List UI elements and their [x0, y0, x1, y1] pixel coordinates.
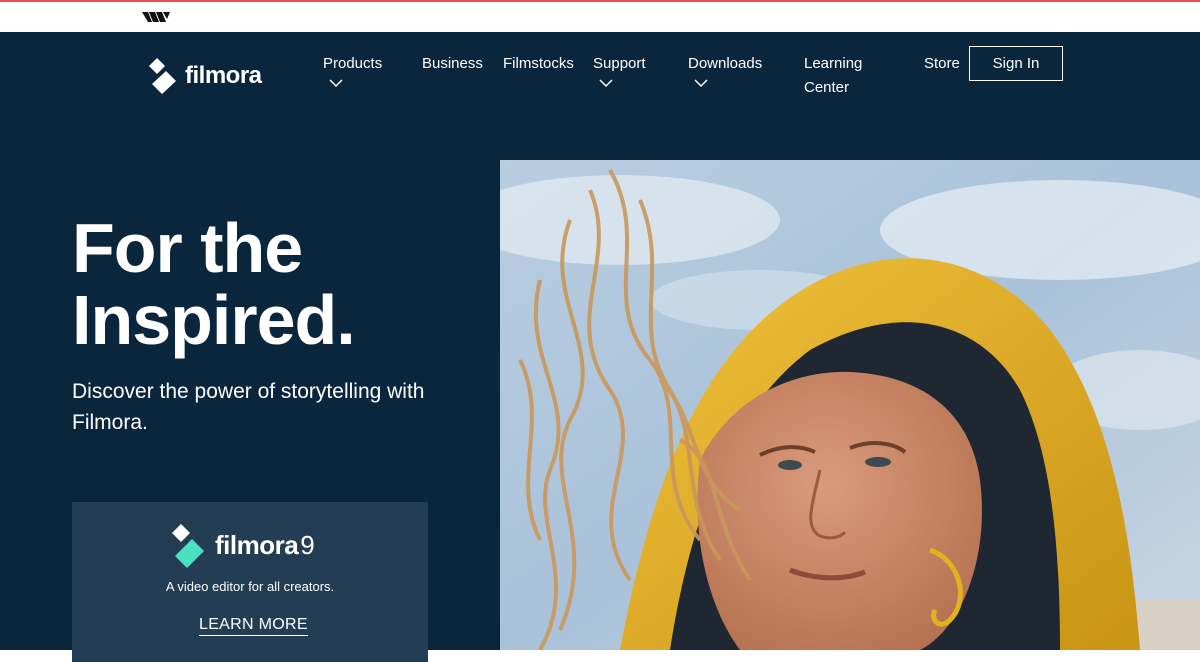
brand-name: filmora	[185, 62, 262, 89]
nav-learning-center-line2: Center	[804, 79, 850, 96]
nav-learning-center[interactable]: Learning Center	[804, 52, 862, 100]
nav-products-label: Products	[323, 55, 383, 72]
chevron-down-icon	[694, 79, 708, 88]
wondershare-logo-icon[interactable]	[142, 9, 172, 25]
nav-downloads-label: Downloads	[688, 55, 763, 72]
filmora-logo-icon	[149, 58, 176, 94]
hero-title-line2: Inspired.	[72, 281, 356, 359]
nav-filmstocks[interactable]: Filmstocks	[503, 52, 574, 76]
product-version: 9	[300, 530, 315, 560]
nav-store-label: Store	[924, 55, 960, 72]
sign-in-button[interactable]: Sign In	[969, 46, 1063, 81]
learn-more-link[interactable]: LEARN MORE	[199, 616, 308, 636]
corporate-topbar	[0, 2, 1200, 32]
product-name: filmora9	[215, 530, 315, 561]
nav-support-label: Support	[593, 55, 646, 72]
product-name-text: filmora	[215, 530, 299, 560]
nav-business[interactable]: Business	[422, 52, 483, 76]
hero-subtitle: Discover the power of storytelling with …	[72, 380, 425, 434]
nav-filmstocks-label: Filmstocks	[503, 55, 574, 72]
filmora9-logo-icon	[172, 524, 204, 568]
nav-learning-center-line1: Learning	[804, 55, 863, 72]
nav-store[interactable]: Store	[924, 52, 960, 76]
hero-photo-illustration	[500, 160, 1200, 650]
hero-title: For the Inspired.	[72, 209, 356, 359]
nav-products[interactable]: Products	[323, 52, 382, 88]
hero-photo	[500, 160, 1200, 650]
nav-business-label: Business	[422, 55, 483, 72]
main-section: filmora Products Business Filmstocks Sup…	[0, 32, 1200, 662]
product-tagline: A video editor for all creators.	[165, 579, 335, 594]
hero-title-line1: For the	[72, 209, 303, 287]
nav-support[interactable]: Support	[593, 52, 646, 88]
chevron-down-icon	[599, 79, 613, 88]
nav-downloads[interactable]: Downloads	[688, 52, 762, 88]
chevron-down-icon	[329, 79, 343, 88]
product-card: filmora9 A video editor for all creators…	[72, 502, 428, 662]
